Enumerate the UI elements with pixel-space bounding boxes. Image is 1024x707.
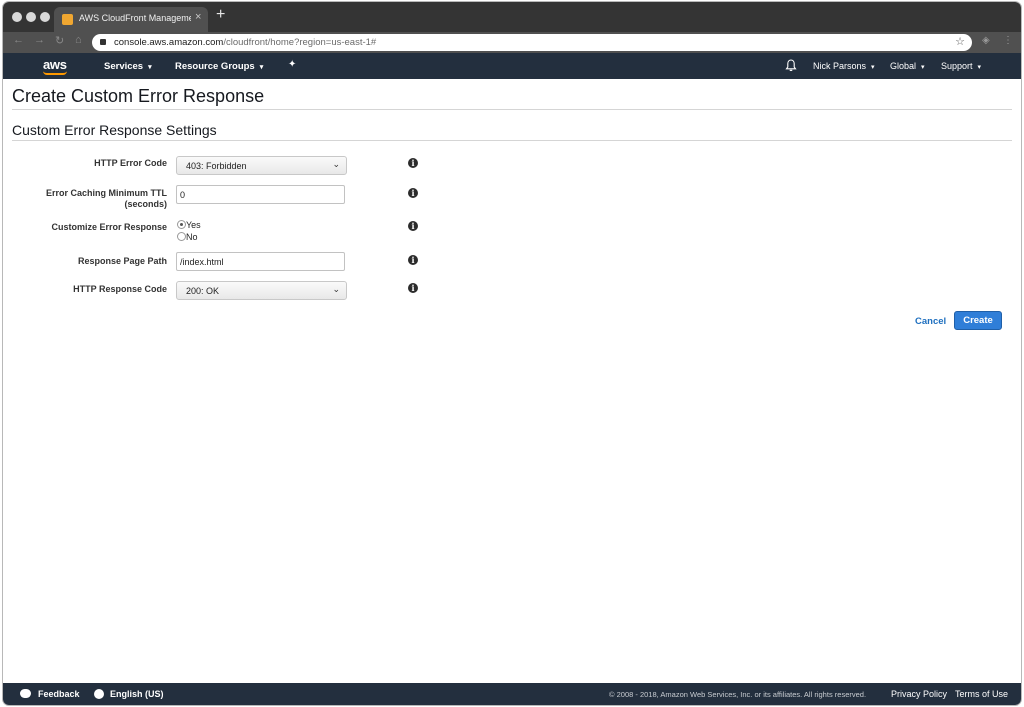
section-title: Custom Error Response Settings [12, 122, 217, 138]
divider [12, 109, 1012, 110]
info-icon[interactable]: i [408, 283, 418, 293]
address-bar[interactable]: console.aws.amazon.com/cloudfront/home?r… [92, 34, 972, 51]
chevron-down-icon: ▾ [871, 64, 875, 71]
chevron-down-icon: ▾ [148, 64, 152, 71]
pin-icon[interactable]: ✦ [288, 59, 296, 70]
aws-smile-logo-icon [43, 71, 67, 75]
bell-icon[interactable] [785, 59, 797, 72]
customize-error-response-label: Customize Error Response [51, 222, 167, 232]
info-icon[interactable]: i [408, 188, 418, 198]
tab-title: AWS CloudFront Management [79, 13, 191, 23]
home-icon[interactable]: ⌂ [75, 34, 82, 46]
menu-icon[interactable]: ⋮ [1003, 35, 1013, 46]
user-menu[interactable]: Nick Parsons ▾ [813, 61, 875, 71]
chevron-down-icon: ▾ [977, 64, 982, 71]
chevron-down-icon: ▾ [259, 64, 264, 71]
chevron-down-icon: ⌄ [332, 159, 340, 169]
radio-no[interactable] [177, 232, 186, 241]
aws-favicon-icon [62, 14, 73, 25]
customize-no-option[interactable]: No [177, 232, 198, 242]
extension-icon[interactable]: ◈ [982, 35, 990, 46]
http-response-code-label: HTTP Response Code [73, 284, 167, 294]
zoom-window-icon[interactable] [40, 12, 50, 22]
language-selector[interactable]: English (US) [110, 689, 164, 699]
tab-close-icon[interactable]: × [195, 11, 201, 23]
address-url: console.aws.amazon.com/cloudfront/home?r… [114, 37, 377, 48]
create-button[interactable]: Create [954, 311, 1002, 330]
info-icon[interactable]: i [408, 255, 418, 265]
radio-yes[interactable] [177, 220, 186, 229]
console-footer: Feedback English (US) © 2008 - 2018, Ama… [3, 683, 1021, 705]
feedback-link[interactable]: Feedback [38, 689, 80, 699]
aws-logo[interactable]: aws [43, 57, 67, 72]
info-icon[interactable]: i [408, 221, 418, 231]
forward-icon[interactable]: → [34, 34, 45, 46]
http-error-code-select[interactable]: 403: Forbidden ⌄ [176, 156, 347, 175]
browser-tabstrip: AWS CloudFront Management × + [3, 2, 1021, 32]
privacy-policy-link[interactable]: Privacy Policy [891, 689, 947, 699]
bookmark-star-icon[interactable]: ☆ [955, 35, 965, 48]
http-response-code-select[interactable]: 200: OK ⌄ [176, 281, 347, 300]
terms-of-use-link[interactable]: Terms of Use [955, 689, 1008, 699]
customize-yes-option[interactable]: Yes [177, 220, 201, 230]
error-caching-ttl-input[interactable]: 0 [176, 185, 345, 204]
copyright-text: © 2008 - 2018, Amazon Web Services, Inc.… [609, 690, 867, 699]
browser-toolbar: ← → ↻ ⌂ console.aws.amazon.com/cloudfron… [3, 32, 1021, 53]
response-page-path-input[interactable]: /index.html [176, 252, 345, 271]
feedback-chat-icon [20, 689, 31, 698]
services-menu[interactable]: Services ▾ [104, 61, 152, 72]
new-tab-icon[interactable]: + [216, 6, 225, 24]
http-response-code-value: 200: OK [186, 286, 220, 296]
error-caching-ttl-value: 0 [180, 190, 186, 200]
response-page-path-label: Response Page Path [77, 256, 167, 266]
aws-top-nav: aws Services ▾ Resource Groups ▾ ✦ Nick Pa… [3, 53, 1021, 79]
error-caching-ttl-label: Error Caching Minimum TTL (seconds) [45, 188, 167, 209]
close-window-icon[interactable] [12, 12, 22, 22]
divider [12, 140, 1012, 141]
response-page-path-value: /index.html [180, 257, 224, 267]
chevron-down-icon: ▾ [921, 64, 925, 71]
region-menu[interactable]: Global ▾ [890, 61, 925, 71]
browser-tab[interactable]: AWS CloudFront Management × [54, 7, 208, 32]
browser-window: AWS CloudFront Management × + ← → ↻ ⌂ co… [3, 2, 1021, 705]
chevron-down-icon: ⌄ [332, 284, 340, 294]
info-icon[interactable]: i [408, 158, 418, 168]
minimize-window-icon[interactable] [26, 12, 36, 22]
back-icon[interactable]: ← [13, 34, 24, 46]
reload-icon[interactable]: ↻ [55, 34, 64, 47]
support-menu[interactable]: Support ▾ [941, 61, 981, 71]
lock-icon [100, 39, 106, 45]
cancel-button[interactable]: Cancel [915, 316, 946, 327]
http-error-code-label: HTTP Error Code [94, 158, 167, 168]
globe-icon [94, 689, 104, 699]
page-title: Create Custom Error Response [12, 86, 265, 106]
resource-groups-menu[interactable]: Resource Groups ▾ [175, 61, 263, 72]
http-error-code-value: 403: Forbidden [186, 161, 247, 171]
